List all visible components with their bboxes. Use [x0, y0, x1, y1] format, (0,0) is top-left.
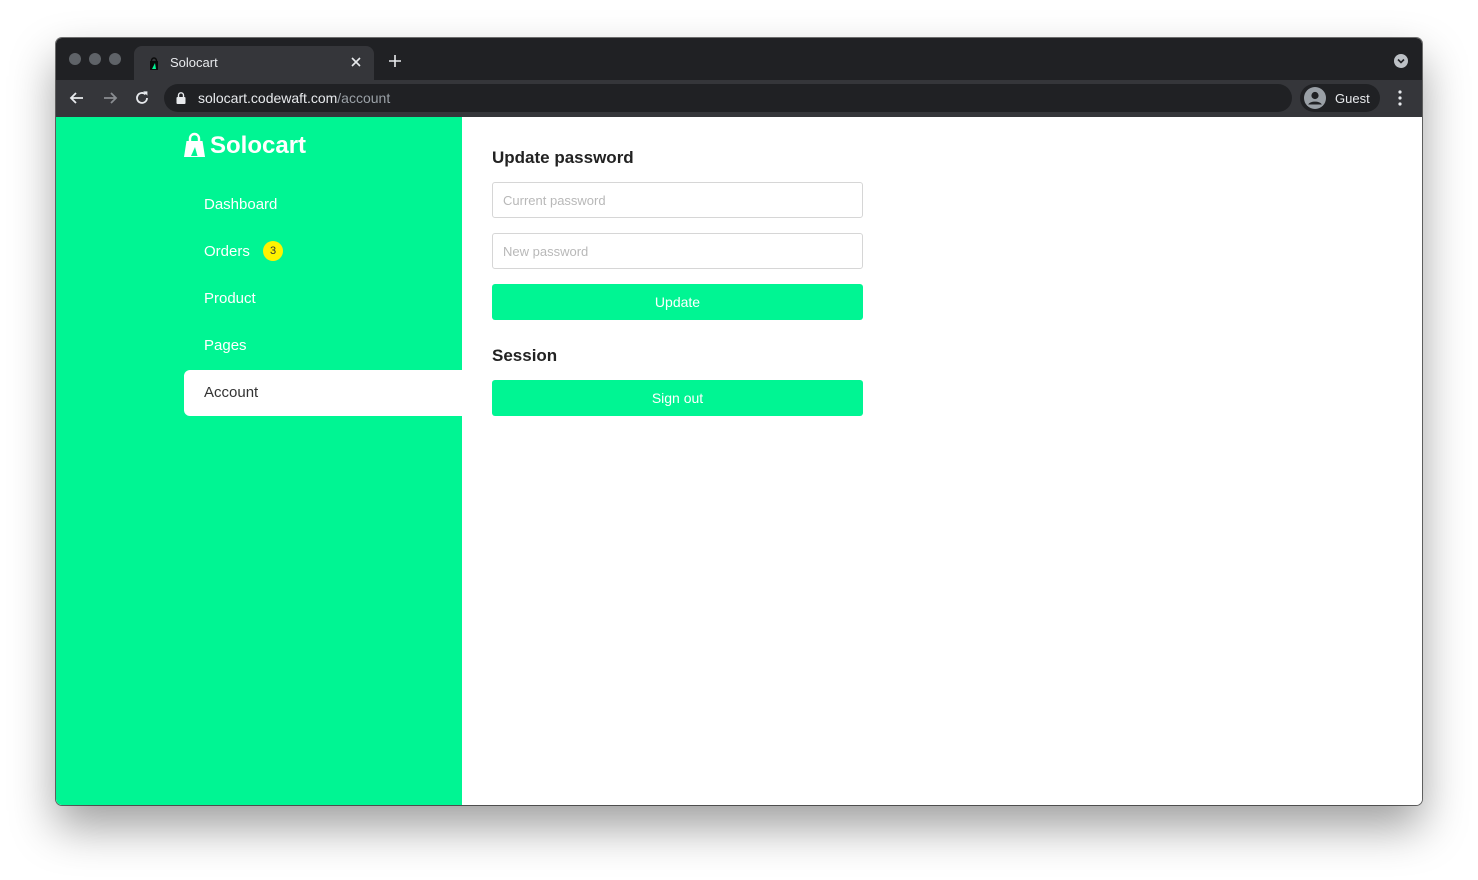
sidebar-item-label: Product — [204, 290, 256, 307]
sign-out-button[interactable]: Sign out — [492, 380, 863, 416]
sidebar-item-label: Orders — [204, 243, 250, 260]
browser-window: Solocart solocart.codewaft.com/account G… — [56, 38, 1422, 805]
tab-favicon-icon — [150, 57, 158, 70]
url-text: solocart.codewaft.com/account — [198, 90, 390, 106]
close-window-dot[interactable] — [69, 53, 81, 65]
zoom-window-dot[interactable] — [109, 53, 121, 65]
profile-button[interactable]: Guest — [1300, 84, 1380, 112]
new-password-input[interactable] — [492, 233, 863, 269]
user-avatar-icon — [1304, 87, 1326, 109]
sidebar-item-dashboard[interactable]: Dashboard — [184, 182, 462, 228]
url-path: /account — [337, 90, 391, 106]
update-password-heading: Update password — [492, 148, 634, 167]
brand-name: Solocart — [210, 132, 307, 159]
page-viewport: Solocart Dashboard Orders 3 Product Page… — [56, 117, 1422, 805]
new-tab-icon[interactable] — [387, 53, 403, 69]
back-icon[interactable] — [68, 89, 86, 107]
sidebar-item-label: Pages — [204, 337, 247, 354]
sidebar-item-orders[interactable]: Orders 3 — [184, 229, 462, 275]
close-tab-icon[interactable] — [348, 54, 364, 70]
sidebar-item-pages[interactable]: Pages — [184, 323, 462, 369]
sidebar-item-label: Dashboard — [204, 196, 278, 213]
current-password-input[interactable] — [492, 182, 863, 218]
tab-strip: Solocart — [56, 38, 1422, 80]
sidebar-item-product[interactable]: Product — [184, 276, 462, 322]
sidebar-item-account[interactable]: Account — [184, 370, 462, 416]
orders-count-badge: 3 — [263, 241, 283, 261]
update-password-button[interactable]: Update — [492, 284, 863, 320]
url-host: solocart.codewaft.com — [198, 90, 338, 106]
sidebar-item-label: Account — [204, 384, 259, 401]
session-heading: Session — [492, 346, 558, 365]
browser-toolbar: solocart.codewaft.com/account Guest — [56, 80, 1422, 117]
lock-icon — [176, 92, 186, 104]
sidebar: Solocart Dashboard Orders 3 Product Page… — [56, 117, 462, 805]
tab-title: Solocart — [170, 55, 218, 70]
tab-search-icon[interactable] — [1394, 54, 1408, 68]
profile-label: Guest — [1335, 91, 1370, 106]
shopping-bag-icon — [184, 132, 205, 157]
forward-icon[interactable] — [101, 89, 119, 107]
browser-tab[interactable]: Solocart — [134, 46, 374, 80]
minimize-window-dot[interactable] — [89, 53, 101, 65]
reload-icon[interactable] — [133, 89, 151, 107]
address-bar[interactable]: solocart.codewaft.com/account — [164, 84, 1292, 112]
three-dots-vertical-icon[interactable] — [1392, 89, 1408, 107]
